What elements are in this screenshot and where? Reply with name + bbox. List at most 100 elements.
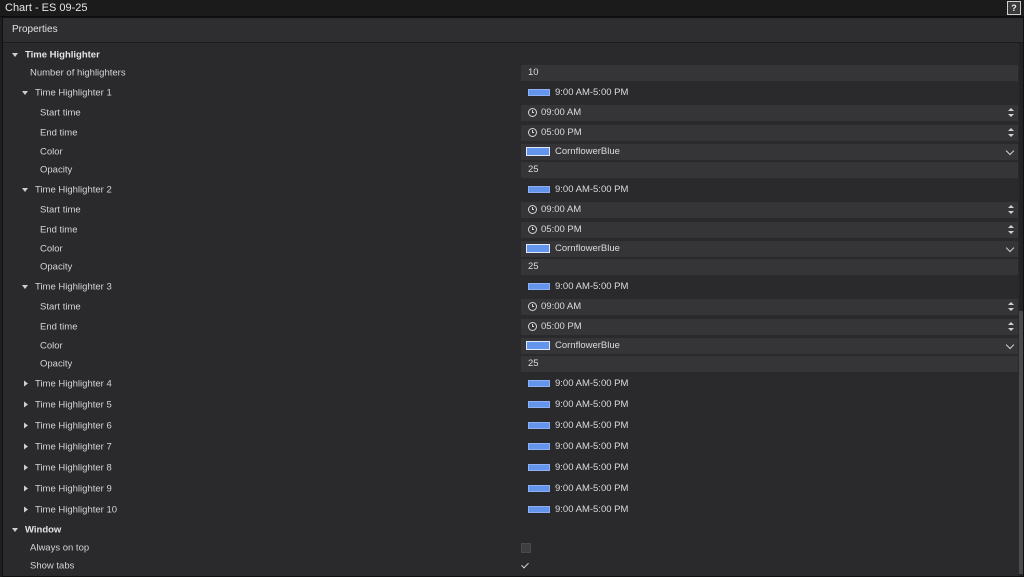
highlighter-2-header[interactable]: Time Highlighter 2 9:00 AM-5:00 PM [3,180,1017,199]
scrollbar-thumb[interactable] [1019,311,1023,574]
end-time-input[interactable]: 05:00 PM [521,318,1018,335]
highlighter-1-end-row: End time 05:00 PM [3,123,1018,142]
start-time-input[interactable]: 09:00 AM [521,104,1018,121]
color-swatch [528,379,550,387]
expand-arrow-icon[interactable] [24,485,28,491]
spinner-arrows-icon[interactable] [1008,320,1015,334]
highlighter-4-summary: 9:00 AM-5:00 PM [521,376,1018,392]
highlighter-4-header[interactable]: Time Highlighter 4 9:00 AM-5:00 PM [3,373,1017,394]
color-swatch [528,505,550,513]
show-tabs-row: Show tabs [3,557,1017,575]
number-of-highlighters-input[interactable]: 10 [521,65,1018,81]
highlighter-7-label: Time Highlighter 7 [35,441,112,452]
highlighter-8-summary: 9:00 AM-5:00 PM [521,460,1018,476]
show-tabs-checkbox[interactable] [521,560,529,569]
highlighter-8-label: Time Highlighter 8 [35,462,112,473]
color-select[interactable]: CornflowerBlue [521,240,1018,257]
properties-header-label: Properties [12,24,58,35]
highlighter-1-start-row: Start time 09:00 AM [3,103,1018,122]
highlighter-4-label: Time Highlighter 4 [35,378,112,389]
highlighter-8-header[interactable]: Time Highlighter 8 9:00 AM-5:00 PM [3,457,1017,478]
collapse-arrow-icon[interactable] [12,527,18,532]
collapse-arrow-icon[interactable] [12,53,18,57]
highlighter-7-summary: 9:00 AM-5:00 PM [521,439,1018,455]
highlighter-10-header[interactable]: Time Highlighter 10 9:00 AM-5:00 PM [3,499,1017,520]
color-swatch [528,400,550,408]
highlighter-10-summary: 9:00 AM-5:00 PM [521,502,1018,518]
highlighter-5-summary: 9:00 AM-5:00 PM [521,397,1018,413]
opacity-input[interactable]: 25 [521,162,1018,178]
expand-arrow-icon[interactable] [24,443,28,449]
end-time-label: End time [40,224,78,235]
start-time-input[interactable]: 09:00 AM [521,298,1018,315]
color-select[interactable]: CornflowerBlue [521,143,1018,160]
expand-arrow-icon[interactable] [24,422,28,428]
highlighter-3-color-row: Color CornflowerBlue [3,336,1018,355]
always-on-top-row: Always on top [3,539,1017,557]
spinner-arrows-icon[interactable] [1008,300,1015,314]
section-time-highlighter[interactable]: Time Highlighter [3,46,1017,64]
color-label: Color [40,243,63,254]
properties-panel: Properties Time Highlighter Number of hi… [2,17,1024,577]
color-swatch [526,244,550,253]
highlighter-9-header[interactable]: Time Highlighter 9 9:00 AM-5:00 PM [3,478,1017,499]
highlighter-3-label: Time Highlighter 3 [35,281,112,292]
color-swatch [528,442,550,450]
section-label: Window [25,524,62,535]
end-time-input[interactable]: 05:00 PM [521,221,1018,238]
color-swatch [526,341,550,350]
highlighter-7-header[interactable]: Time Highlighter 7 9:00 AM-5:00 PM [3,436,1017,457]
chevron-down-icon[interactable] [1005,243,1015,252]
expand-arrow-icon[interactable] [24,380,28,386]
highlighter-2-label: Time Highlighter 2 [35,184,112,195]
opacity-label: Opacity [40,261,73,273]
clock-icon [528,225,537,234]
chevron-down-icon[interactable] [1005,340,1015,349]
always-on-top-checkbox[interactable] [521,543,531,553]
help-button[interactable]: ? [1007,1,1021,15]
window-title: Chart - ES 09-25 [5,2,88,14]
start-time-label: Start time [40,204,81,215]
chevron-down-icon[interactable] [1005,146,1015,155]
color-label: Color [40,146,63,157]
properties-header: Properties [3,18,1023,43]
end-time-label: End time [40,321,78,332]
start-time-label: Start time [40,107,81,118]
spinner-arrows-icon[interactable] [1008,106,1015,120]
end-time-input[interactable]: 05:00 PM [521,124,1018,141]
show-tabs-label: Show tabs [30,560,75,572]
spinner-arrows-icon[interactable] [1008,126,1015,140]
color-swatch [528,421,550,429]
opacity-input[interactable]: 25 [521,259,1018,275]
clock-icon [528,322,537,331]
number-of-highlighters-label: Number of highlighters [30,67,126,79]
highlighter-1-summary: 9:00 AM-5:00 PM [521,85,1018,101]
spinner-arrows-icon[interactable] [1008,203,1015,217]
section-window[interactable]: Window [3,520,1017,539]
start-time-input[interactable]: 09:00 AM [521,201,1018,218]
highlighter-10-label: Time Highlighter 10 [35,504,118,515]
highlighter-6-header[interactable]: Time Highlighter 6 9:00 AM-5:00 PM [3,415,1017,436]
color-select[interactable]: CornflowerBlue [521,337,1018,354]
end-time-label: End time [40,127,78,138]
expand-arrow-icon[interactable] [24,506,28,512]
color-swatch [528,185,550,193]
collapse-arrow-icon[interactable] [22,90,28,95]
opacity-input[interactable]: 25 [521,356,1018,372]
highlighter-6-label: Time Highlighter 6 [35,420,112,431]
color-swatch [526,147,550,156]
spinner-arrows-icon[interactable] [1008,223,1015,237]
collapse-arrow-icon[interactable] [22,284,28,289]
opacity-label: Opacity [40,358,73,370]
highlighter-5-header[interactable]: Time Highlighter 5 9:00 AM-5:00 PM [3,394,1017,415]
clock-icon [528,302,537,311]
expand-arrow-icon[interactable] [24,401,28,407]
collapse-arrow-icon[interactable] [22,187,28,192]
opacity-label: Opacity [40,164,73,176]
expand-arrow-icon[interactable] [24,464,28,470]
highlighter-9-summary: 9:00 AM-5:00 PM [521,481,1018,497]
highlighter-2-opacity-row: Opacity 25 [3,258,1018,276]
highlighter-3-header[interactable]: Time Highlighter 3 9:00 AM-5:00 PM [3,277,1017,296]
highlighter-1-header[interactable]: Time Highlighter 1 9:00 AM-5:00 PM [3,83,1017,102]
vertical-scrollbar[interactable] [1019,43,1023,576]
